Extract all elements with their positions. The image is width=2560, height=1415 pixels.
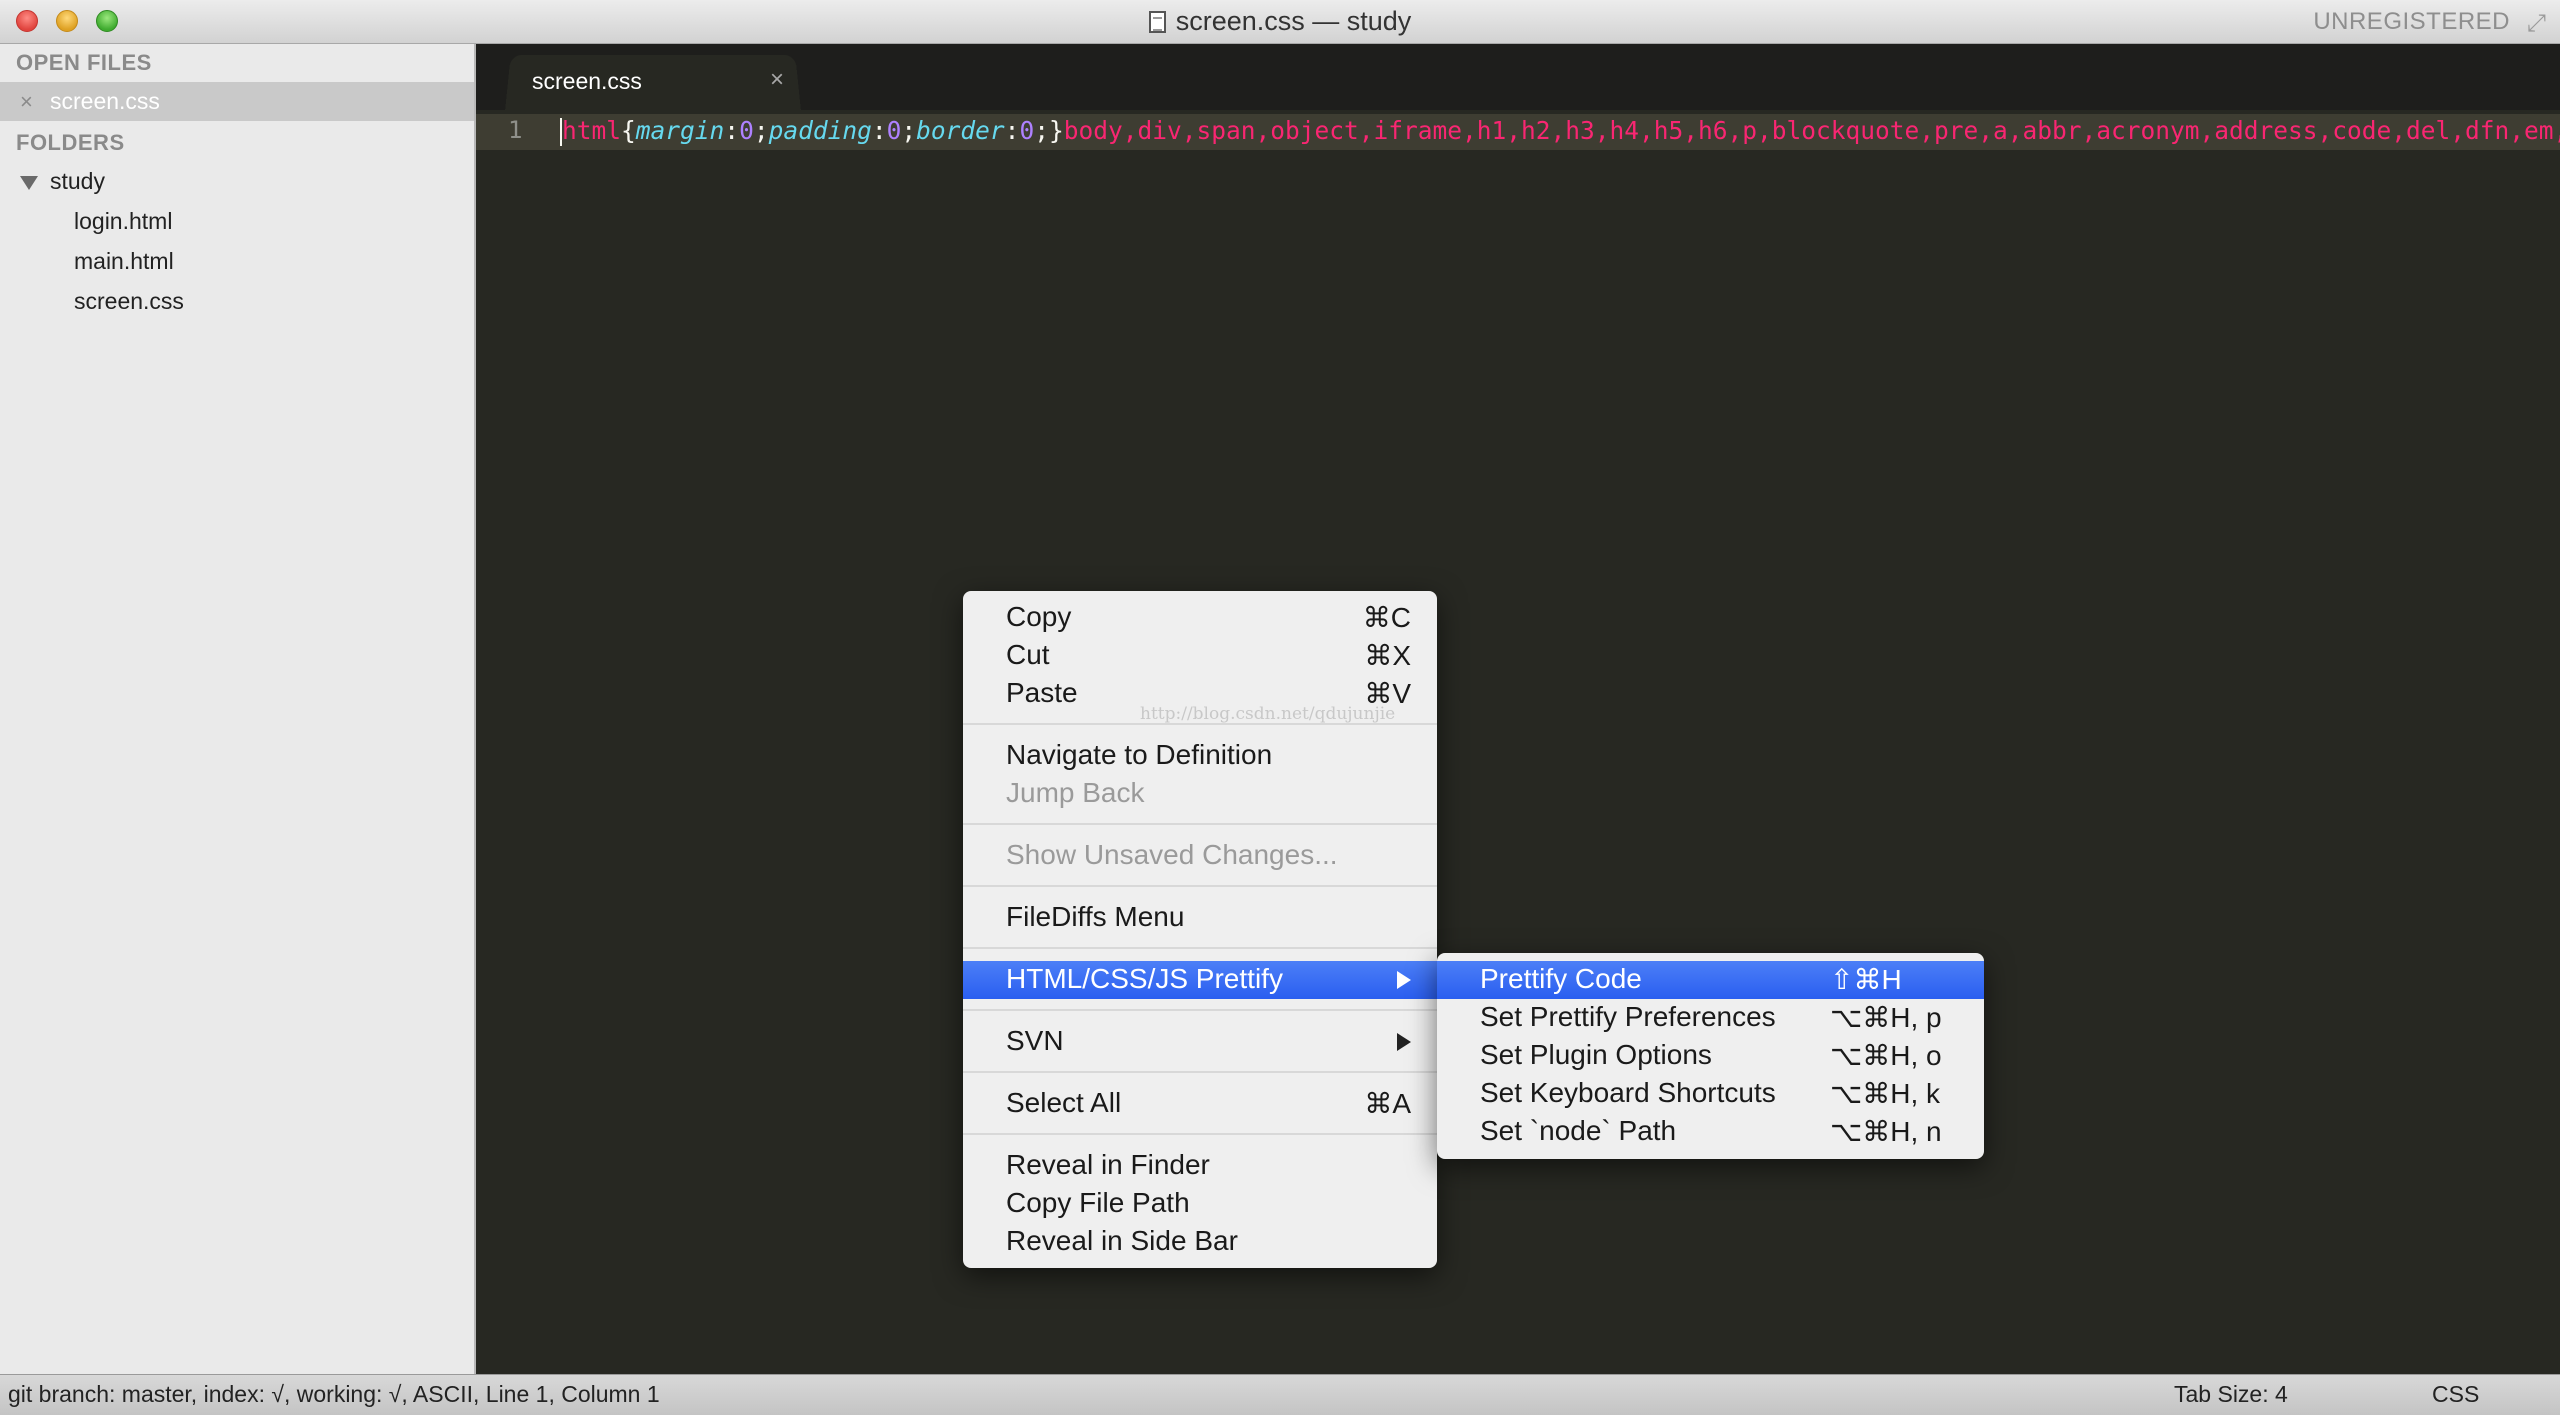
menu-item-label: Paste [1006, 677, 1078, 708]
menu-item-shortcut: ⌥⌘H, k [1830, 1078, 1941, 1109]
menu-item-label: FileDiffs Menu [1006, 901, 1185, 932]
code-token: 0 [886, 116, 902, 145]
menu-item-label: Reveal in Finder [1006, 1149, 1210, 1180]
window-title: screen.css — study [0, 6, 2560, 37]
code-token: : [871, 116, 887, 145]
submenu-item-set-prettify-preferences[interactable]: Set Prettify Preferences ⌥⌘H, p [1437, 999, 1984, 1037]
code-token: 0 [739, 116, 754, 145]
menu-item-shortcut: ⌘C [1362, 602, 1411, 633]
window-title-text: screen.css — study [1175, 6, 1412, 36]
menu-separator [963, 1133, 1437, 1135]
menu-separator [963, 1071, 1437, 1073]
menu-item-shortcut: ⌥⌘H, n [1830, 1116, 1942, 1147]
file-main-html[interactable]: main.html [74, 248, 174, 275]
disclosure-triangle-icon[interactable] [20, 176, 38, 190]
menu-item-label: Set `node` Path [1480, 1115, 1677, 1146]
code-token: html [562, 116, 622, 145]
tab-size-selector[interactable]: Tab Size: 4 [2174, 1381, 2288, 1408]
code-token: : [724, 116, 740, 145]
sidebar: OPEN FILES × screen.css FOLDERS study lo… [0, 44, 476, 1374]
menu-item-label: Set Keyboard Shortcuts [1480, 1077, 1776, 1108]
line-number: 1 [508, 116, 523, 144]
tab-bar: screen.css × [476, 44, 2560, 111]
menu-separator [963, 823, 1437, 825]
context-menu: Copy ⌘C Cut ⌘X Paste ⌘V http://blog.csdn… [963, 591, 1437, 1268]
code-token: ; [753, 116, 769, 145]
menu-item-cut[interactable]: Cut ⌘X [963, 637, 1437, 675]
code-token: { [621, 116, 636, 145]
code-token: : [1004, 116, 1020, 145]
menu-item-shortcut: ⌘A [1364, 1088, 1411, 1119]
tab-close-icon[interactable]: × [770, 66, 784, 94]
menu-item-label: Reveal in Side Bar [1006, 1225, 1238, 1256]
menu-item-select-all[interactable]: Select All ⌘A [963, 1085, 1437, 1123]
menu-item-label: Jump Back [1006, 777, 1145, 808]
code-editor[interactable]: 1 html{margin:0;padding:0;border:0;}body… [476, 110, 2560, 1374]
fullscreen-icon[interactable]: ⤢ [2527, 10, 2546, 38]
menu-item-filediffs[interactable]: FileDiffs Menu [963, 899, 1437, 937]
document-icon [1148, 11, 1166, 33]
code-token: padding [768, 116, 872, 145]
open-file-label: screen.css [50, 88, 160, 114]
menu-item-navigate-to-definition[interactable]: Navigate to Definition [963, 737, 1437, 775]
menu-item-label: SVN [1006, 1025, 1064, 1056]
submenu-item-set-keyboard-shortcuts[interactable]: Set Keyboard Shortcuts ⌥⌘H, k [1437, 1075, 1984, 1113]
open-files-heading: OPEN FILES [16, 50, 152, 75]
submenu-item-set-plugin-options[interactable]: Set Plugin Options ⌥⌘H, o [1437, 1037, 1984, 1075]
submenu-arrow-icon [1397, 971, 1411, 989]
menu-item-label: Prettify Code [1480, 963, 1642, 994]
menu-item-svn[interactable]: SVN [963, 1023, 1437, 1061]
syntax-selector[interactable]: CSS [2432, 1381, 2479, 1408]
submenu-item-set-node-path[interactable]: Set `node` Path ⌥⌘H, n [1437, 1113, 1984, 1151]
status-git-info: git branch: master, index: √, working: √… [8, 1381, 660, 1407]
folders-heading: FOLDERS [16, 130, 125, 155]
submenu-arrow-icon [1397, 1033, 1411, 1051]
menu-item-shortcut: ⌘X [1364, 640, 1411, 671]
submenu-item-prettify-code[interactable]: Prettify Code ⇧⌘H [1437, 961, 1984, 999]
menu-separator [963, 885, 1437, 887]
code-token: margin [635, 116, 725, 145]
menu-separator [963, 723, 1437, 725]
menu-item-copy[interactable]: Copy ⌘C [963, 599, 1437, 637]
close-icon[interactable]: × [20, 89, 33, 115]
menu-item-shortcut: ⌥⌘H, o [1830, 1040, 1942, 1071]
menu-item-shortcut: ⌥⌘H, p [1830, 1002, 1942, 1033]
menu-item-label: Set Prettify Preferences [1480, 1001, 1776, 1032]
prettify-submenu: Prettify Code ⇧⌘H Set Prettify Preferenc… [1437, 953, 1984, 1159]
menu-separator [963, 947, 1437, 949]
menu-item-shortcut: ⇧⌘H [1830, 964, 1902, 995]
status-bar: git branch: master, index: √, working: √… [0, 1374, 2560, 1415]
menu-item-label: Set Plugin Options [1480, 1039, 1712, 1070]
code-token: border [916, 116, 1005, 145]
menu-item-copy-file-path[interactable]: Copy File Path [963, 1185, 1437, 1223]
menu-item-show-unsaved-changes: Show Unsaved Changes... [963, 837, 1437, 875]
menu-item-label: Navigate to Definition [1006, 739, 1273, 770]
menu-separator [963, 1009, 1437, 1011]
registration-status: UNREGISTERED [2313, 8, 2510, 35]
menu-item-reveal-in-side-bar[interactable]: Reveal in Side Bar [963, 1223, 1437, 1261]
code-token: ; [901, 116, 917, 145]
menu-item-jump-back: Jump Back [963, 775, 1437, 813]
file-screen-css[interactable]: screen.css [74, 288, 184, 315]
folder-study[interactable]: study [50, 168, 105, 195]
menu-item-reveal-in-finder[interactable]: Reveal in Finder [963, 1147, 1437, 1185]
watermark: http://blog.csdn.net/qdujunjie [1140, 704, 1396, 724]
menu-item-label: Select All [1006, 1087, 1122, 1118]
menu-item-label: Show Unsaved Changes... [1006, 839, 1338, 870]
open-file-item[interactable]: × screen.css [0, 82, 474, 121]
code-token: ;} [1034, 116, 1064, 145]
menu-item-prettify[interactable]: HTML/CSS/JS Prettify [963, 961, 1437, 999]
title-bar: screen.css — study UNREGISTERED ⤢ [0, 0, 2560, 44]
menu-item-label: HTML/CSS/JS Prettify [1006, 963, 1283, 994]
code-line-1[interactable]: html{margin:0;padding:0;border:0;}body,d… [562, 116, 2560, 145]
code-token: body,div,span,object,iframe,h1,h2,h3,h4,… [1063, 116, 2560, 145]
menu-item-label: Copy [1006, 601, 1072, 632]
code-token: 0 [1019, 116, 1035, 145]
menu-item-label: Cut [1006, 639, 1050, 670]
file-login-html[interactable]: login.html [74, 208, 172, 235]
tab-label[interactable]: screen.css [532, 68, 642, 95]
menu-item-label: Copy File Path [1006, 1187, 1190, 1218]
